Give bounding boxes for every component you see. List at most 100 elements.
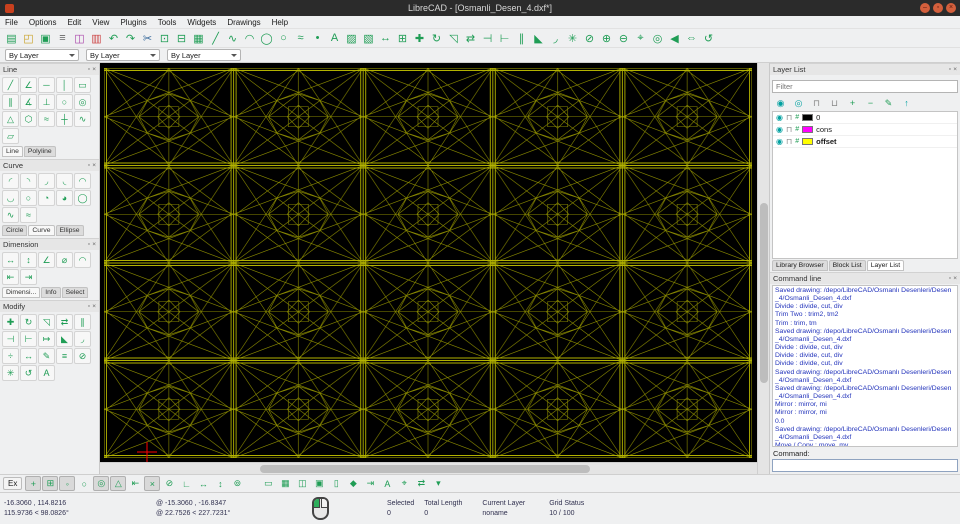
ellipse-icon[interactable]: ○ xyxy=(275,30,292,47)
swap-icon[interactable]: ⇄ xyxy=(413,476,429,491)
toggle-panel-icon[interactable]: ▣ xyxy=(311,476,327,491)
dim-angular-icon[interactable]: ∠ xyxy=(38,252,55,268)
drawing-canvas[interactable] xyxy=(100,63,757,462)
panel-tab[interactable]: Curve xyxy=(28,225,55,236)
restrict-orthogonal-icon[interactable]: ∟ xyxy=(178,476,194,491)
float-panel-icon[interactable]: ▫ xyxy=(88,241,90,249)
line-bisector-icon[interactable]: ∡ xyxy=(20,94,37,110)
point-icon[interactable]: • xyxy=(309,30,326,47)
arc-bottom-icon[interactable]: ◡ xyxy=(2,190,19,206)
explode-icon[interactable]: ✳ xyxy=(564,30,581,47)
zoom-window-icon[interactable]: ⌖ xyxy=(632,30,649,47)
float-panel-icon[interactable]: ▫ xyxy=(88,66,90,74)
restrict-horizontal-icon[interactable]: ↔ xyxy=(195,476,211,491)
layer-color-swatch[interactable] xyxy=(802,126,814,133)
layer-row[interactable]: ◉ ⊓ # cons xyxy=(773,124,957,136)
arc-top-icon[interactable]: ◠ xyxy=(74,173,91,189)
close-panel-icon[interactable]: × xyxy=(953,275,957,283)
menu-item[interactable]: Edit xyxy=(67,18,81,27)
layer-lock-icon[interactable]: ⊓ xyxy=(786,137,792,147)
modify-trim-two-icon[interactable]: ⊢ xyxy=(20,331,37,347)
dim-aligned-icon[interactable]: ↔ xyxy=(2,252,19,268)
modify-revert-icon[interactable]: ↺ xyxy=(20,365,37,381)
layer-visible-icon[interactable]: ◉ xyxy=(776,125,783,135)
menu-item[interactable]: File xyxy=(5,18,18,27)
selection-pointer-icon[interactable]: ◆ xyxy=(345,476,361,491)
command-input[interactable] xyxy=(772,459,958,472)
modify-text-icon[interactable]: A xyxy=(38,365,55,381)
zoom-in-icon[interactable]: ⊕ xyxy=(598,30,615,47)
arc-center-point-icon[interactable]: ◝ xyxy=(20,173,37,189)
arc-three-points-icon[interactable]: ◜ xyxy=(2,173,19,189)
modify-move-icon[interactable]: ✚ xyxy=(2,314,19,330)
new-file-icon[interactable]: ▤ xyxy=(3,30,20,47)
line-tangent-circles-icon[interactable]: ◎ xyxy=(74,94,91,110)
layer-visible-icon[interactable]: ◉ xyxy=(776,137,783,147)
close-button[interactable]: × xyxy=(946,3,956,13)
menu-item[interactable]: View xyxy=(92,18,109,27)
pan-icon[interactable]: ⇔ xyxy=(683,30,700,47)
layer-filter-input[interactable] xyxy=(772,80,958,93)
dock-tab[interactable]: Library Browser xyxy=(772,260,828,271)
close-panel-icon[interactable]: × xyxy=(92,66,96,74)
fillet-icon[interactable]: ◞ xyxy=(547,30,564,47)
line-two-points-icon[interactable]: ╱ xyxy=(2,77,19,93)
hide-all-layers-icon[interactable]: ◎ xyxy=(791,96,806,110)
rotate-icon[interactable]: ↻ xyxy=(428,30,445,47)
panel-tab[interactable]: Line xyxy=(2,146,23,157)
panel-tab[interactable]: Ellipse xyxy=(55,225,84,236)
scale-icon[interactable]: ◹ xyxy=(445,30,462,47)
float-panel-icon[interactable]: ▫ xyxy=(949,66,951,74)
maximize-button[interactable]: ▫ xyxy=(933,3,943,13)
more-options-icon[interactable]: ▾ xyxy=(430,476,446,491)
save-icon[interactable]: ▣ xyxy=(37,30,54,47)
restrict-nothing-icon[interactable]: ⊘ xyxy=(161,476,177,491)
circle-quarter-icon[interactable]: ◔ xyxy=(38,190,55,206)
lock-all-layers-icon[interactable]: ⊓ xyxy=(809,96,824,110)
dimension-icon[interactable]: ↔ xyxy=(377,30,394,47)
image-icon[interactable]: ▧ xyxy=(360,30,377,47)
panel-tab[interactable]: Info xyxy=(41,287,61,298)
text-icon[interactable]: A xyxy=(326,30,343,47)
modify-offset-icon[interactable]: ∥ xyxy=(74,314,91,330)
offset-icon[interactable]: ∥ xyxy=(513,30,530,47)
dim-linear-icon[interactable]: ↕ xyxy=(20,252,37,268)
line-polygon-icon[interactable]: △ xyxy=(2,111,19,127)
modify-divide-icon[interactable]: ÷ xyxy=(2,348,19,364)
show-all-layers-icon[interactable]: ◉ xyxy=(773,96,788,110)
line-polygon-two-vertex-icon[interactable]: ⬡ xyxy=(20,111,37,127)
polyline-icon[interactable]: ∿ xyxy=(224,30,241,47)
layer-color-swatch[interactable] xyxy=(802,138,814,145)
float-panel-icon[interactable]: ▫ xyxy=(949,275,951,283)
line-freehand-icon[interactable]: ≈ xyxy=(38,111,55,127)
layer-construction-icon[interactable]: # xyxy=(795,125,799,135)
close-panel-icon[interactable]: × xyxy=(953,66,957,74)
snap-middle-icon[interactable]: △ xyxy=(110,476,127,491)
dim-arc-icon[interactable]: ◠ xyxy=(74,252,91,268)
menu-item[interactable]: Help xyxy=(272,18,288,27)
snap-intersection-icon[interactable]: × xyxy=(144,476,161,491)
dock-tab[interactable]: Layer List xyxy=(866,260,905,271)
modify-fillet-icon[interactable]: ◞ xyxy=(74,331,91,347)
layer-lock-icon[interactable]: ⊓ xyxy=(786,125,792,135)
layer-row[interactable]: ◉ ⊓ # offset xyxy=(773,136,957,148)
menu-item[interactable]: Options xyxy=(29,18,57,27)
vertical-scrollbar[interactable] xyxy=(757,63,769,474)
menu-item[interactable]: Widgets xyxy=(187,18,216,27)
zoom-previous-icon[interactable]: ◀ xyxy=(666,30,683,47)
toggle-grid-icon[interactable]: ▦ xyxy=(277,476,293,491)
restrict-vertical-icon[interactable]: ↕ xyxy=(212,476,228,491)
unlock-all-layers-icon[interactable]: ⊔ xyxy=(827,96,842,110)
cut-icon[interactable]: ✂ xyxy=(139,30,156,47)
modify-delete-icon[interactable]: ⊘ xyxy=(74,348,91,364)
line-vertical-icon[interactable]: │ xyxy=(56,77,73,93)
close-panel-icon[interactable]: × xyxy=(92,303,96,311)
paste-icon[interactable]: ⊟ xyxy=(173,30,190,47)
line-horizontal-icon[interactable]: ─ xyxy=(38,77,55,93)
zoom-auto-icon[interactable]: ◎ xyxy=(649,30,666,47)
modify-mirror-icon[interactable]: ⇄ xyxy=(56,314,73,330)
modify-lengthen-icon[interactable]: ↦ xyxy=(38,331,55,347)
panel-tab[interactable]: Select xyxy=(61,287,89,298)
menu-item[interactable]: Tools xyxy=(158,18,177,27)
arc-icon[interactable]: ◠ xyxy=(241,30,258,47)
